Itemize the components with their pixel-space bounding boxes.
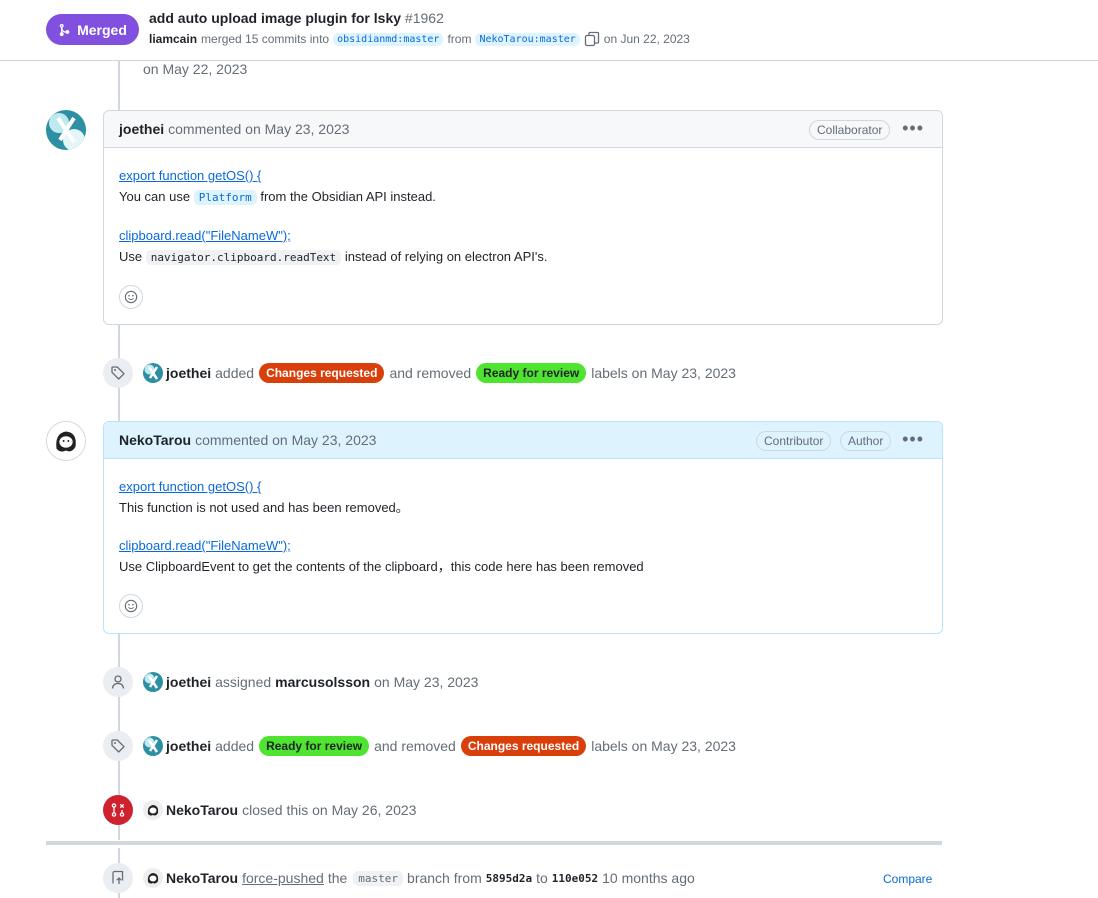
compare-link[interactable]: Compare xyxy=(883,872,932,886)
comment-line: Use ClipboardEvent to get the contents o… xyxy=(119,559,644,574)
pr-merge-summary: liamcain merged 15 commits into obsidian… xyxy=(149,31,690,47)
pr-closed-icon xyxy=(103,795,133,825)
event-text: branch from xyxy=(407,870,482,886)
code-reference-link[interactable]: export function getOS() { xyxy=(119,479,261,494)
comment-header: joethei commented on May 23, 2023 Collab… xyxy=(104,111,942,148)
git-merge-icon xyxy=(59,23,70,36)
event-date[interactable]: labels on May 23, 2023 xyxy=(591,738,736,754)
actor-link[interactable]: joethei xyxy=(166,674,211,690)
from-text: from xyxy=(447,32,472,46)
label-changes-requested[interactable]: Changes requested xyxy=(259,363,385,383)
event-text: and removed xyxy=(374,738,456,754)
merge-date: on Jun 22, 2023 xyxy=(603,32,690,46)
code-reference-link[interactable]: clipboard.read("FileNameW"); xyxy=(119,538,291,553)
actor-link[interactable]: joethei xyxy=(166,365,211,381)
event-text: assigned xyxy=(215,674,272,690)
comment-body: export function getOS() { This function … xyxy=(104,459,942,630)
repo-push-icon xyxy=(103,863,133,893)
merged-text: merged 15 commits into xyxy=(201,32,330,46)
event-text: the xyxy=(327,870,348,886)
inline-code-link[interactable]: Platform xyxy=(193,190,257,205)
branch-name[interactable]: master xyxy=(353,870,404,886)
event-text: added xyxy=(215,738,255,754)
pr-number: #1962 xyxy=(404,10,444,26)
event-text: and removed xyxy=(389,365,472,381)
more-options-icon[interactable]: ••• xyxy=(902,429,924,450)
pr-title: add auto upload image plugin for lsky #1… xyxy=(149,10,444,26)
text: You can use xyxy=(119,189,191,204)
comment-line: This function is not used and has been r… xyxy=(119,500,409,515)
comment-line: Use navigator.clipboard.readText instead… xyxy=(119,246,927,268)
person-icon xyxy=(103,667,133,697)
more-options-icon[interactable]: ••• xyxy=(902,118,924,139)
label-event: joethei added Changes requested and remo… xyxy=(103,358,736,388)
inline-code: navigator.clipboard.readText xyxy=(145,250,342,265)
comment-header: NekoTarou commented on May 23, 2023 Cont… xyxy=(104,422,942,459)
commit-sha-from[interactable]: 5895d2a xyxy=(486,872,532,885)
tag-icon xyxy=(103,358,133,388)
closed-event: NekoTarou closed this on May 26, 2023 xyxy=(103,795,416,825)
avatar-nekotarou[interactable] xyxy=(46,421,86,461)
smiley-icon xyxy=(124,599,138,613)
assignee-link[interactable]: marcusolsson xyxy=(275,674,370,690)
pr-title-text: add auto upload image plugin for lsky xyxy=(149,10,402,26)
previous-event-date: on May 22, 2023 xyxy=(143,61,248,77)
avatar-nekotarou[interactable] xyxy=(143,800,163,820)
merged-label: Merged xyxy=(77,21,127,38)
timeline-separator xyxy=(46,841,942,845)
copy-icon[interactable] xyxy=(584,31,600,47)
pr-header: Merged add auto upload image plugin for … xyxy=(0,0,1098,61)
code-reference-link[interactable]: clipboard.read("FileNameW"); xyxy=(119,228,291,243)
contributor-badge: Contributor xyxy=(756,431,832,451)
avatar-joethei[interactable] xyxy=(143,363,163,383)
label-ready-for-review[interactable]: Ready for review xyxy=(259,736,370,756)
avatar-image xyxy=(47,422,85,460)
text: instead of relying on electron API's. xyxy=(344,249,548,264)
label-changes-requested[interactable]: Changes requested xyxy=(460,736,587,756)
avatar-nekotarou[interactable] xyxy=(143,868,163,888)
merger-link[interactable]: liamcain xyxy=(149,32,197,46)
avatar-joethei[interactable] xyxy=(143,672,163,692)
tag-icon xyxy=(103,731,133,761)
force-push-event: NekoTarou force-pushed the master branch… xyxy=(103,863,695,893)
event-text[interactable]: closed this on May 26, 2023 xyxy=(242,802,416,818)
add-reaction-button[interactable] xyxy=(119,285,143,309)
event-text: to xyxy=(536,870,548,886)
comment-meta[interactable]: commented on May 23, 2023 xyxy=(168,121,349,137)
avatar-joethei[interactable] xyxy=(46,110,86,150)
avatar-joethei[interactable] xyxy=(143,736,163,756)
comment-author[interactable]: NekoTarou xyxy=(119,432,191,448)
label-event: joethei added Ready for review and remov… xyxy=(103,731,736,761)
comment-meta[interactable]: commented on May 23, 2023 xyxy=(195,432,376,448)
actor-link[interactable]: NekoTarou xyxy=(166,870,238,886)
assign-event: joethei assigned marcusolsson on May 23,… xyxy=(103,667,478,697)
event-time[interactable]: 10 months ago xyxy=(602,870,695,886)
event-date[interactable]: on May 23, 2023 xyxy=(374,674,478,690)
actor-link[interactable]: joethei xyxy=(166,738,211,754)
comment-line: You can use Platform from the Obsidian A… xyxy=(119,186,927,208)
event-date[interactable]: labels on May 23, 2023 xyxy=(591,365,736,381)
code-reference-link[interactable]: export function getOS() { xyxy=(119,168,261,183)
comment-joethei: joethei commented on May 23, 2023 Collab… xyxy=(103,110,943,325)
comment-body: export function getOS() { You can use Pl… xyxy=(104,148,942,321)
comment-nekotarou: NekoTarou commented on May 23, 2023 Cont… xyxy=(103,421,943,634)
commit-sha-to[interactable]: 110e052 xyxy=(552,872,598,885)
actor-link[interactable]: NekoTarou xyxy=(166,802,238,818)
merged-status-badge: Merged xyxy=(46,14,139,45)
label-ready-for-review[interactable]: Ready for review xyxy=(476,363,587,383)
force-pushed-link[interactable]: force-pushed xyxy=(242,870,324,886)
base-branch[interactable]: obsidianmd:master xyxy=(333,32,444,46)
author-badge: Author xyxy=(840,431,892,451)
avatar-image xyxy=(46,110,86,150)
head-branch[interactable]: NekoTarou:master xyxy=(475,32,580,46)
comment-author[interactable]: joethei xyxy=(119,121,164,137)
collaborator-badge: Collaborator xyxy=(809,120,891,140)
add-reaction-button[interactable] xyxy=(119,594,143,618)
smiley-icon xyxy=(124,290,138,304)
event-text: added xyxy=(215,365,255,381)
text: from the Obsidian API instead. xyxy=(260,189,436,204)
text: Use xyxy=(119,249,143,264)
